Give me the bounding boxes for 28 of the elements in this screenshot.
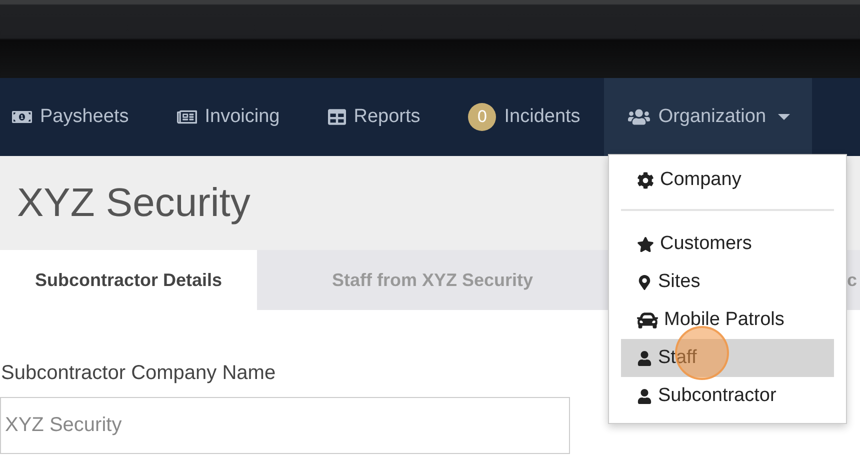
menu-item[interactable]: Company (621, 161, 834, 199)
page-title: XYZ Security (17, 180, 250, 226)
count-badge: 0 (468, 103, 496, 131)
user-icon (637, 388, 652, 404)
field-label: Subcontractor Company Name (1, 362, 277, 385)
user-icon (637, 350, 652, 366)
menu-item[interactable]: Customers (621, 225, 834, 263)
nav-label: Incidents (504, 106, 580, 128)
gear-icon (637, 172, 654, 188)
car-icon (637, 310, 658, 330)
nav-label: Reports (354, 106, 420, 128)
nav-item[interactable]: Reports (304, 78, 444, 156)
nav-item[interactable]: Paysheets (0, 78, 153, 156)
tab[interactable]: Subcontractor Details (0, 250, 257, 310)
input-field[interactable]: XYZ Security (0, 397, 570, 454)
nav-item[interactable]: Invoicing (152, 78, 304, 156)
menu-item[interactable]: Mobile Patrols (621, 301, 834, 339)
menu-item[interactable]: Sites (621, 263, 834, 301)
nav-item[interactable]: 0 Incidents (444, 78, 604, 156)
menu-item[interactable]: Subcontractor (621, 377, 834, 415)
nav-label: Organization (658, 106, 766, 128)
star-icon (637, 236, 654, 252)
nav-item[interactable]: Organization (604, 78, 812, 156)
map-pin-icon (637, 274, 652, 290)
nav-label: Invoicing (204, 106, 280, 128)
nav-label: Paysheets (40, 106, 129, 128)
caret-icon (778, 113, 790, 121)
table-icon (328, 108, 346, 126)
